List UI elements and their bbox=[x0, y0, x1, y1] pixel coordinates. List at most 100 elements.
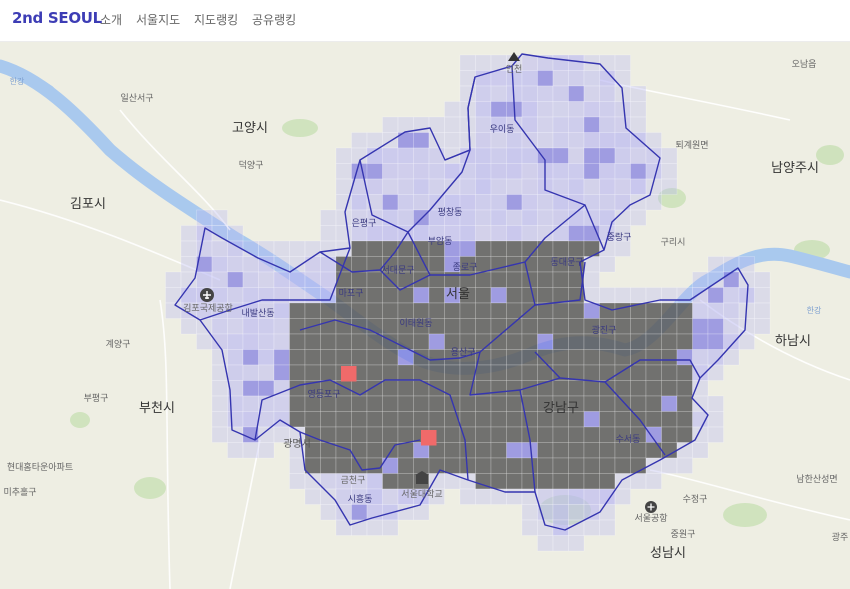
grid-cell bbox=[475, 318, 492, 335]
grid-cell bbox=[320, 504, 337, 521]
grid-cell bbox=[475, 271, 492, 288]
grid-cell bbox=[599, 380, 616, 397]
grid-cell bbox=[661, 411, 678, 428]
grid-cell bbox=[506, 473, 523, 490]
nav-map-ranking[interactable]: 지도랭킹 bbox=[194, 11, 238, 28]
nav-share-ranking[interactable]: 공유랭킹 bbox=[252, 11, 296, 28]
grid-cell bbox=[676, 349, 693, 366]
grid-cell bbox=[475, 256, 492, 273]
grid-cell bbox=[413, 287, 430, 304]
grid-cell bbox=[552, 194, 569, 211]
grid-cell bbox=[428, 302, 445, 319]
label-hyundai-apt: 현대홈타운아파트 bbox=[7, 461, 73, 473]
grid-cell bbox=[397, 380, 414, 397]
grid-cell bbox=[521, 287, 538, 304]
grid-cell bbox=[707, 411, 724, 428]
grid-cell bbox=[242, 256, 259, 273]
grid-cell bbox=[692, 333, 709, 350]
grid-cell bbox=[506, 178, 523, 195]
grid-cell bbox=[645, 380, 662, 397]
grid-cell bbox=[583, 147, 600, 164]
nav-intro[interactable]: 소개 bbox=[100, 11, 122, 28]
seoul-grid-map[interactable]: 고양시 김포시 남양주시 하남시 부천시 성남시 서울 오남읍 일산서구 덕양구… bbox=[0, 41, 850, 589]
grid-cell bbox=[444, 132, 461, 149]
grid-cell bbox=[521, 256, 538, 273]
grid-cell bbox=[723, 271, 740, 288]
grid-cell bbox=[227, 318, 244, 335]
grid-cell bbox=[211, 380, 228, 397]
grid-cell bbox=[552, 132, 569, 149]
grid-cell bbox=[351, 349, 368, 366]
grid-cell bbox=[583, 395, 600, 412]
grid-cell bbox=[304, 333, 321, 350]
grid-cell bbox=[320, 209, 337, 226]
grid-cell bbox=[397, 147, 414, 164]
grid-cell bbox=[630, 333, 647, 350]
label-pyeongchang: 평창동 bbox=[438, 207, 463, 218]
grid-cell bbox=[335, 302, 352, 319]
grid-cell bbox=[521, 209, 538, 226]
grid-cell bbox=[289, 349, 306, 366]
grid-cell bbox=[506, 349, 523, 366]
grid-cell bbox=[335, 426, 352, 443]
grid-cell bbox=[273, 395, 290, 412]
grid-cell bbox=[475, 457, 492, 474]
grid-cell bbox=[583, 271, 600, 288]
grid-cell bbox=[614, 457, 631, 474]
top-nav-bar: 2nd SEOUL 소개 서울지도 지도랭킹 공유랭킹 bbox=[0, 0, 850, 42]
grid-cell bbox=[738, 256, 755, 273]
grid-cell bbox=[661, 178, 678, 195]
grid-cell bbox=[738, 333, 755, 350]
grid-cell bbox=[630, 395, 647, 412]
nav-seoul-map[interactable]: 서울지도 bbox=[136, 11, 180, 28]
grid-cell bbox=[599, 364, 616, 381]
grid-cell bbox=[676, 333, 693, 350]
grid-cell bbox=[258, 318, 275, 335]
grid-cell bbox=[490, 411, 507, 428]
grid-cell bbox=[289, 318, 306, 335]
grid-cell bbox=[630, 116, 647, 133]
grid-cell bbox=[304, 457, 321, 474]
grid-cell bbox=[211, 240, 228, 257]
grid-cell bbox=[444, 318, 461, 335]
grid-cell bbox=[723, 302, 740, 319]
grid-cell bbox=[506, 287, 523, 304]
grid-cell bbox=[459, 240, 476, 257]
grid-cell bbox=[258, 271, 275, 288]
label-gyeyang: 계양구 bbox=[106, 338, 131, 350]
grid-cell bbox=[552, 457, 569, 474]
grid-cell bbox=[320, 364, 337, 381]
grid-cell bbox=[413, 209, 430, 226]
grid-cell bbox=[351, 163, 368, 180]
grid-cell bbox=[552, 473, 569, 490]
grid-cell bbox=[614, 101, 631, 118]
grid-cell bbox=[614, 411, 631, 428]
grid-cell bbox=[490, 457, 507, 474]
grid-cell bbox=[506, 163, 523, 180]
grid-cell bbox=[521, 457, 538, 474]
grid-cell bbox=[475, 395, 492, 412]
grid-cell bbox=[676, 318, 693, 335]
grid-cell bbox=[599, 132, 616, 149]
grid-cell bbox=[397, 116, 414, 133]
grid-cell bbox=[599, 101, 616, 118]
grid-cell bbox=[599, 194, 616, 211]
grid-cell bbox=[304, 411, 321, 428]
label-geumcheon: 금천구 bbox=[341, 475, 366, 486]
airport-icon bbox=[200, 288, 214, 302]
grid-cell bbox=[661, 318, 678, 335]
grid-cell bbox=[304, 302, 321, 319]
grid-cell bbox=[490, 395, 507, 412]
grid-cell bbox=[537, 302, 554, 319]
grid-cell bbox=[475, 209, 492, 226]
label-toegyewon: 퇴계원면 bbox=[675, 139, 708, 151]
site-logo[interactable]: 2nd SEOUL bbox=[12, 9, 102, 27]
grid-cell bbox=[583, 426, 600, 443]
grid-cell bbox=[599, 302, 616, 319]
grid-cell bbox=[351, 240, 368, 257]
grid-cell bbox=[552, 380, 569, 397]
grid-cell bbox=[351, 395, 368, 412]
grid-cell bbox=[583, 349, 600, 366]
grid-cell bbox=[552, 163, 569, 180]
grid-cell bbox=[382, 349, 399, 366]
